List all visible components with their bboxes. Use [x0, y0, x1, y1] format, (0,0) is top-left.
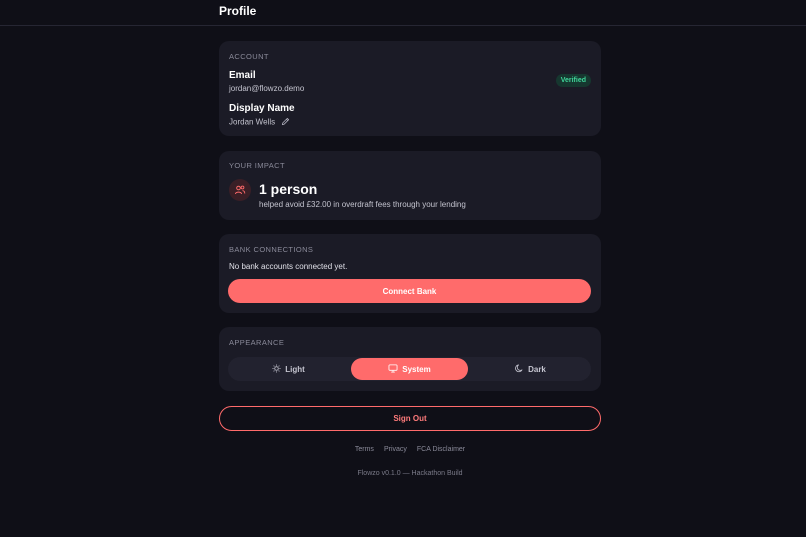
bank-section-label: BANK CONNECTIONS	[229, 245, 314, 254]
footer-links: Terms Privacy FCA Disclaimer	[219, 446, 601, 453]
theme-option-light[interactable]: Light	[230, 358, 347, 380]
impact-subtext: helped avoid £32.00 in overdraft fees th…	[259, 200, 466, 209]
sign-out-button[interactable]: Sign Out	[219, 406, 601, 431]
moon-icon	[515, 363, 524, 375]
theme-option-dark-label: Dark	[528, 364, 546, 374]
appearance-section-label: APPEARANCE	[229, 338, 285, 347]
email-value: jordan@flowzo.demo	[229, 84, 305, 93]
bank-card: BANK CONNECTIONS No bank accounts connec…	[219, 234, 601, 313]
version-text: Flowzo v0.1.0 — Hackathon Build	[357, 470, 463, 477]
pencil-icon[interactable]	[281, 117, 290, 128]
account-section-label: ACCOUNT	[229, 52, 269, 61]
display-name-value: Jordan Wells	[229, 117, 276, 127]
appearance-card: APPEARANCE Light System Dark	[219, 327, 601, 391]
display-name-label: Display Name	[229, 103, 295, 114]
footer-link-terms[interactable]: Terms	[355, 446, 374, 453]
page-title: Profile	[219, 4, 257, 18]
connect-bank-button[interactable]: Connect Bank	[228, 279, 591, 303]
theme-option-dark[interactable]: Dark	[472, 358, 589, 380]
impact-section-label: YOUR IMPACT	[229, 161, 285, 170]
theme-option-light-label: Light	[285, 364, 305, 374]
users-icon	[229, 179, 251, 201]
footer-link-fca-disclaimer[interactable]: FCA Disclaimer	[417, 446, 465, 453]
bank-empty-text: No bank accounts connected yet.	[229, 262, 348, 271]
theme-option-system[interactable]: System	[351, 358, 468, 380]
footer-link-privacy[interactable]: Privacy	[384, 446, 407, 453]
top-bar: Profile	[0, 0, 806, 26]
theme-selector: Light System Dark	[228, 357, 591, 381]
monitor-icon	[388, 363, 398, 375]
verified-badge: Verified	[555, 74, 591, 87]
theme-option-system-label: System	[402, 364, 431, 374]
display-name-row: Jordan Wells	[229, 117, 290, 128]
sun-icon	[272, 363, 281, 375]
impact-headline: 1 person	[259, 181, 318, 197]
impact-card: YOUR IMPACT 1 person helped avoid £32.00…	[219, 151, 601, 220]
account-card: ACCOUNT Email jordan@flowzo.demo Verifie…	[219, 41, 601, 136]
email-label: Email	[229, 70, 256, 81]
